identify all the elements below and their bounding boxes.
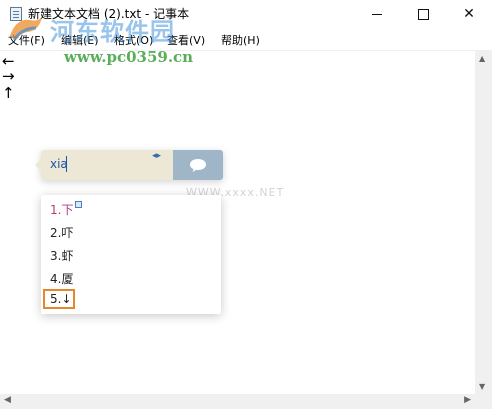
ime-skin-panel[interactable] — [173, 150, 223, 180]
watermark-url: www.pc0359.cn — [64, 48, 194, 66]
ime-composition-bar: xia ◂▸ — [35, 150, 223, 180]
scroll-corner — [475, 394, 492, 409]
minimize-icon — [372, 13, 382, 15]
ime-pointer — [35, 159, 41, 171]
ime-candidate-list: 1.下 2.吓 3.虾 4.厦 5.↓ — [41, 195, 221, 314]
text-caret — [66, 156, 67, 172]
watermark-logo-icon — [10, 16, 42, 41]
scroll-down-icon[interactable]: ▼ — [479, 382, 485, 391]
scroll-up-icon[interactable]: ▲ — [479, 54, 485, 63]
minimize-button[interactable] — [354, 0, 400, 28]
candidate-item-3[interactable]: 3.虾 — [50, 247, 73, 264]
candidate-label: 1.下 — [50, 203, 74, 217]
candidate-item-2[interactable]: 2.吓 — [50, 224, 73, 241]
editor-line: → — [2, 67, 15, 85]
candidate-highlight-box — [43, 289, 75, 309]
close-button[interactable]: ✕ — [446, 0, 492, 28]
scroll-right-icon[interactable]: ▶ — [464, 395, 471, 405]
maximize-button[interactable] — [400, 0, 446, 28]
close-icon: ✕ — [463, 6, 475, 22]
candidate-badge-icon — [75, 201, 83, 208]
ime-page-arrows-icon[interactable]: ◂▸ — [152, 151, 161, 161]
watermark-title: 河东软件园 — [50, 17, 175, 46]
scroll-left-icon[interactable]: ◀ — [4, 395, 11, 405]
scroll-thumb[interactable] — [479, 67, 488, 378]
maximize-icon — [417, 8, 429, 20]
vertical-scrollbar[interactable]: ▲ ▼ — [475, 51, 492, 394]
editor-line: ↑ — [2, 84, 15, 102]
candidate-item-4[interactable]: 4.厦 — [50, 270, 73, 287]
speech-bubble-icon — [190, 158, 206, 172]
menu-help[interactable]: 帮助(H) — [221, 32, 260, 48]
horizontal-scrollbar[interactable]: ◀ ▶ — [0, 394, 475, 409]
candidate-item-1[interactable]: 1.下 — [50, 201, 83, 218]
